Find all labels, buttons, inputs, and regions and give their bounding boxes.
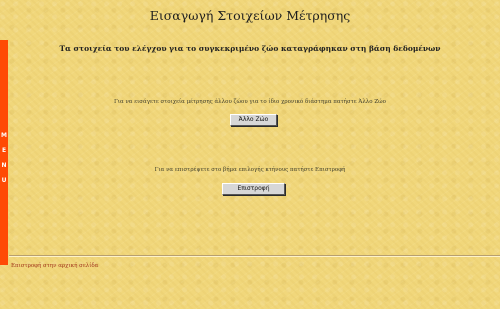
- other-zone-instruction: Για να εισάγετε στοιχεία μέτρησης άλλου …: [114, 99, 386, 105]
- other-zone-button[interactable]: Άλλο Ζώο: [230, 114, 277, 126]
- menu-letter-e: E: [1, 147, 7, 154]
- home-page-link[interactable]: Επιστροφή στην αρχική σελίδα: [11, 263, 98, 269]
- back-button[interactable]: Επιστροφή: [222, 183, 285, 195]
- page-title: Εισαγωγή Στοιχείων Μέτρησης: [149, 8, 351, 23]
- footer-divider: [9, 255, 500, 257]
- back-instruction: Για να επιστρέψετε στο βήμα επιλογής κτή…: [154, 167, 346, 173]
- side-menu-bar[interactable]: M E N U: [0, 40, 8, 265]
- menu-letter-m: M: [1, 132, 7, 139]
- menu-letter-u: U: [1, 177, 7, 184]
- confirmation-message: Τα στοιχεία του ελέγχου για το συγκεκριμ…: [59, 44, 441, 53]
